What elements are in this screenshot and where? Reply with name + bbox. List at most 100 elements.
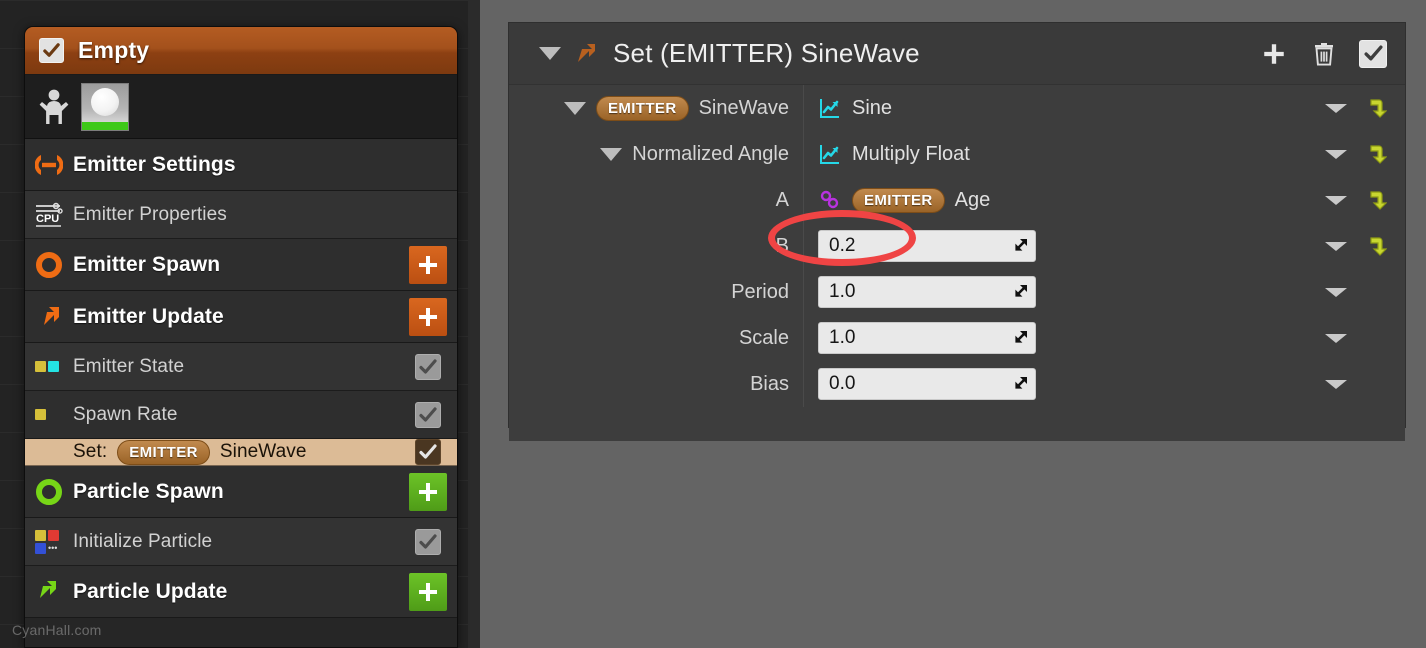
character-icon	[39, 89, 69, 124]
sidebar-row-emitter-spawn[interactable]: Emitter Spawn	[25, 239, 457, 291]
module-enabled-checkbox[interactable]	[415, 528, 441, 555]
add-module-button[interactable]	[409, 245, 447, 284]
panel-gutter	[468, 0, 480, 648]
add-button[interactable]	[1259, 39, 1289, 69]
chevron-down-icon[interactable]	[1325, 287, 1347, 297]
value-input-period[interactable]: 1.0	[818, 276, 1036, 308]
namespace-pill: EMITTER	[852, 187, 945, 213]
sidebar-label: Emitter Properties	[73, 203, 227, 225]
sidebar-label: Emitter Update	[73, 304, 224, 328]
reset-icon[interactable]	[1363, 142, 1387, 166]
module-enabled-checkbox[interactable]	[415, 353, 441, 380]
value-text: 0.0	[829, 373, 856, 394]
plus-icon	[419, 582, 437, 601]
sidebar-label: Spawn Rate	[73, 403, 178, 425]
add-module-button[interactable]	[409, 472, 447, 511]
delete-button[interactable]	[1309, 39, 1339, 69]
chevron-down-icon[interactable]	[1325, 149, 1347, 159]
sidebar-label: Particle Spawn	[73, 479, 224, 503]
reset-icon[interactable]	[1363, 188, 1387, 212]
property-name-cell: Period	[509, 269, 804, 315]
module-enabled-checkbox[interactable]	[415, 439, 441, 465]
add-module-button[interactable]	[409, 297, 447, 336]
expander-triangle-icon[interactable]	[563, 101, 586, 115]
property-value-cell[interactable]: 0.0	[804, 361, 1309, 407]
check-icon	[1363, 45, 1383, 61]
arrow-orange-icon	[25, 303, 73, 331]
expander-triangle-icon[interactable]	[539, 47, 561, 60]
sidebar-label: Emitter State	[73, 355, 185, 377]
watermark: CyanHall.com	[12, 622, 102, 638]
property-end-cell	[1309, 177, 1405, 223]
check-icon	[419, 533, 437, 549]
chevron-down-icon[interactable]	[1325, 103, 1347, 113]
sidebar-row-emitter-update[interactable]: Emitter Update	[25, 291, 457, 343]
property-row-a[interactable]: A EMITTER Age	[509, 177, 1405, 223]
detail-panel: Set (EMITTER) SineWave EMITTER SineWave …	[508, 22, 1406, 441]
enabled-checkbox[interactable]	[1359, 39, 1387, 68]
property-name-cell: Scale	[509, 315, 804, 361]
value-text: 0.2	[829, 235, 856, 256]
check-icon	[419, 358, 437, 374]
property-value-cell[interactable]: 1.0	[804, 269, 1309, 315]
emitter-enabled-checkbox[interactable]	[39, 38, 64, 63]
property-value: Multiply Float	[852, 142, 970, 165]
sidebar-row-initialize-particle[interactable]: ••• Initialize Particle	[25, 518, 457, 566]
property-value: Sine	[852, 96, 893, 119]
property-name: B	[775, 234, 789, 257]
ring-orange-icon	[25, 251, 73, 279]
expander-triangle-icon[interactable]	[600, 147, 623, 161]
value-input-b[interactable]: 0.2	[818, 230, 1036, 262]
property-row-bias[interactable]: Bias 0.0	[509, 361, 1405, 407]
property-value-cell[interactable]: 0.2	[804, 223, 1309, 269]
property-name: SineWave	[698, 96, 789, 119]
chevron-down-icon[interactable]	[1325, 379, 1347, 389]
property-value-cell[interactable]: 1.0	[804, 315, 1309, 361]
sidebar-row-particle-update[interactable]: Particle Update	[25, 566, 457, 618]
add-module-button[interactable]	[409, 572, 447, 611]
property-end-cell	[1309, 269, 1405, 315]
drag-handle-icon[interactable]	[1011, 329, 1029, 347]
chevron-down-icon[interactable]	[1325, 333, 1347, 343]
property-end-cell	[1309, 131, 1405, 177]
thumbnail-floor	[82, 121, 128, 130]
value-input-bias[interactable]: 0.0	[818, 368, 1036, 400]
module-enabled-checkbox[interactable]	[415, 401, 441, 428]
chevron-down-icon[interactable]	[1325, 195, 1347, 205]
property-row-scale[interactable]: Scale 1.0	[509, 315, 1405, 361]
emitter-header[interactable]: Empty	[25, 27, 457, 75]
property-value-cell[interactable]: EMITTER Age	[804, 177, 1309, 223]
detail-header[interactable]: Set (EMITTER) SineWave	[509, 23, 1405, 85]
sidebar-row-spawn-rate[interactable]: Spawn Rate	[25, 391, 457, 439]
detail-title: Set (EMITTER) SineWave	[613, 38, 920, 68]
drag-handle-icon[interactable]	[1011, 283, 1029, 301]
emitter-thumbnail[interactable]	[81, 82, 129, 131]
swatch-yellow-cyan-icon	[25, 361, 73, 372]
property-row-normalized-angle[interactable]: Normalized Angle Multiply Float	[509, 131, 1405, 177]
property-name-cell: Normalized Angle	[509, 131, 804, 177]
value-input-scale[interactable]: 1.0	[818, 322, 1036, 354]
sidebar-row-emitter-properties[interactable]: CPU Emitter Properties	[25, 191, 457, 239]
sidebar-row-set-sinewave[interactable]: Set: EMITTER SineWave	[25, 439, 457, 466]
chevron-down-icon[interactable]	[1325, 241, 1347, 251]
sidebar-row-emitter-settings[interactable]: Emitter Settings	[25, 139, 457, 191]
property-row-b[interactable]: B 0.2	[509, 223, 1405, 269]
thumbnail-sphere	[91, 87, 119, 116]
cpu-icon: CPU	[25, 201, 73, 229]
property-value: Age	[954, 188, 991, 211]
property-name: Bias	[750, 372, 789, 395]
sidebar-row-particle-spawn[interactable]: Particle Spawn	[25, 466, 457, 518]
drag-handle-icon[interactable]	[1011, 237, 1029, 255]
property-row-period[interactable]: Period 1.0	[509, 269, 1405, 315]
reset-icon[interactable]	[1363, 234, 1387, 258]
property-row-sinewave[interactable]: EMITTER SineWave Sine	[509, 85, 1405, 131]
reset-icon[interactable]	[1363, 96, 1387, 120]
property-value-cell[interactable]: Sine	[804, 85, 1309, 131]
value-text: 1.0	[829, 327, 856, 348]
property-value-cell[interactable]: Multiply Float	[804, 131, 1309, 177]
emitter-namespace-pill: EMITTER	[117, 439, 210, 465]
sidebar-row-emitter-state[interactable]: Emitter State	[25, 343, 457, 391]
sidebar-label-sinewave: SineWave	[219, 441, 307, 462]
arrow-green-icon	[25, 578, 73, 606]
drag-handle-icon[interactable]	[1011, 375, 1029, 393]
